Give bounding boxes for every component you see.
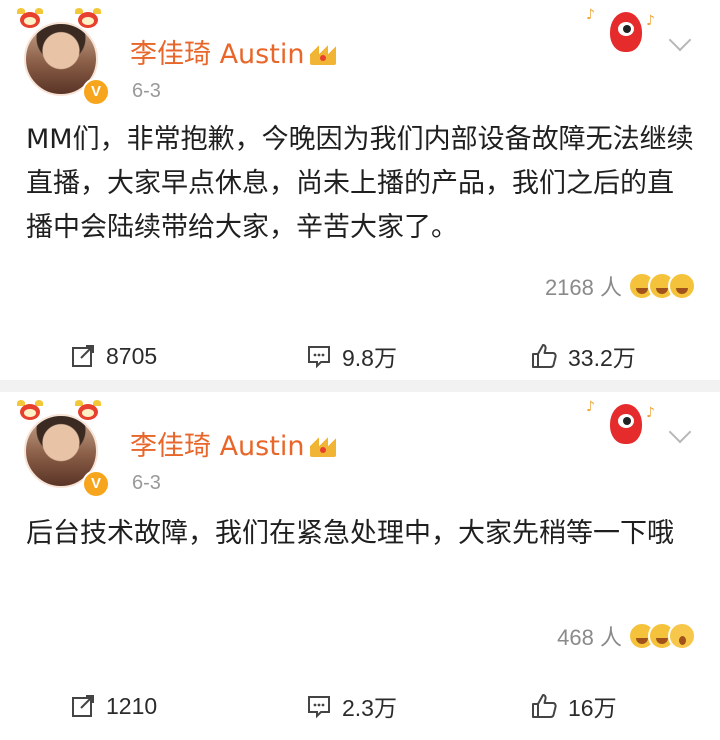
repost-icon xyxy=(72,695,94,717)
laugh-emoji-icon xyxy=(668,272,696,300)
like-count: 16万 xyxy=(568,695,617,721)
reaction-summary[interactable]: 2168 人 xyxy=(545,270,696,302)
post-date: 6-3 xyxy=(132,472,161,494)
weibo-post: V 李佳琦 Austin 6-3 ♪ ♪ MM们，非常抱歉，今晚因为我们内部设备… xyxy=(0,0,720,380)
verified-badge: V xyxy=(82,78,110,106)
thumbs-up-icon xyxy=(532,344,557,368)
ox-decoration-icon xyxy=(16,400,44,422)
crown-icon xyxy=(310,45,337,65)
repost-icon xyxy=(72,345,94,367)
thumbs-up-icon xyxy=(532,694,557,718)
avatar[interactable]: V xyxy=(14,400,114,500)
repost-button[interactable]: 1210 xyxy=(70,686,157,726)
mascot-icon: ♪ ♪ xyxy=(584,2,656,62)
post-date: 6-3 xyxy=(132,80,161,102)
reaction-count: 468 人 xyxy=(557,625,622,650)
like-count: 33.2万 xyxy=(568,345,636,371)
author-name-text: 李佳琦 Austin xyxy=(130,39,305,70)
action-bar: 1210 2.3万 16万 xyxy=(0,686,720,726)
post-text: MM们，非常抱歉，今晚因为我们内部设备故障无法继续直播，大家早点休息，尚未上播的… xyxy=(26,124,694,243)
reaction-summary[interactable]: 468 人 xyxy=(557,620,696,652)
comment-count: 9.8万 xyxy=(342,345,397,371)
comment-icon xyxy=(308,346,330,369)
comment-button[interactable]: 9.8万 xyxy=(306,336,397,376)
post-text: 后台技术故障，我们在紧急处理中，大家先稍等一下哦 xyxy=(26,518,674,549)
post-divider xyxy=(0,380,720,392)
repost-button[interactable]: 8705 xyxy=(70,336,157,376)
ox-decoration-icon xyxy=(16,8,44,30)
repost-count: 1210 xyxy=(106,692,158,719)
verified-badge: V xyxy=(82,470,110,498)
chevron-down-icon[interactable] xyxy=(668,28,692,52)
crown-icon xyxy=(310,437,337,457)
comment-icon xyxy=(308,696,330,719)
avatar[interactable]: V xyxy=(14,8,114,108)
mascot-icon: ♪ ♪ xyxy=(584,394,656,454)
like-button[interactable]: 16万 xyxy=(530,686,617,726)
like-button[interactable]: 33.2万 xyxy=(530,336,636,376)
weibo-post: V 李佳琦 Austin 6-3 ♪ ♪ 后台技术故障，我们在紧急处理中，大家先… xyxy=(0,392,720,740)
repost-count: 8705 xyxy=(106,342,158,369)
author-name-text: 李佳琦 Austin xyxy=(130,431,305,462)
comment-count: 2.3万 xyxy=(342,695,397,721)
reaction-count: 2168 人 xyxy=(544,275,622,300)
action-bar: 8705 9.8万 33.2万 xyxy=(0,336,720,376)
author-name[interactable]: 李佳琦 Austin xyxy=(130,424,337,463)
author-name[interactable]: 李佳琦 Austin xyxy=(130,32,337,71)
comment-button[interactable]: 2.3万 xyxy=(306,686,397,726)
chevron-down-icon[interactable] xyxy=(668,420,692,444)
surprised-emoji-icon xyxy=(668,622,696,650)
